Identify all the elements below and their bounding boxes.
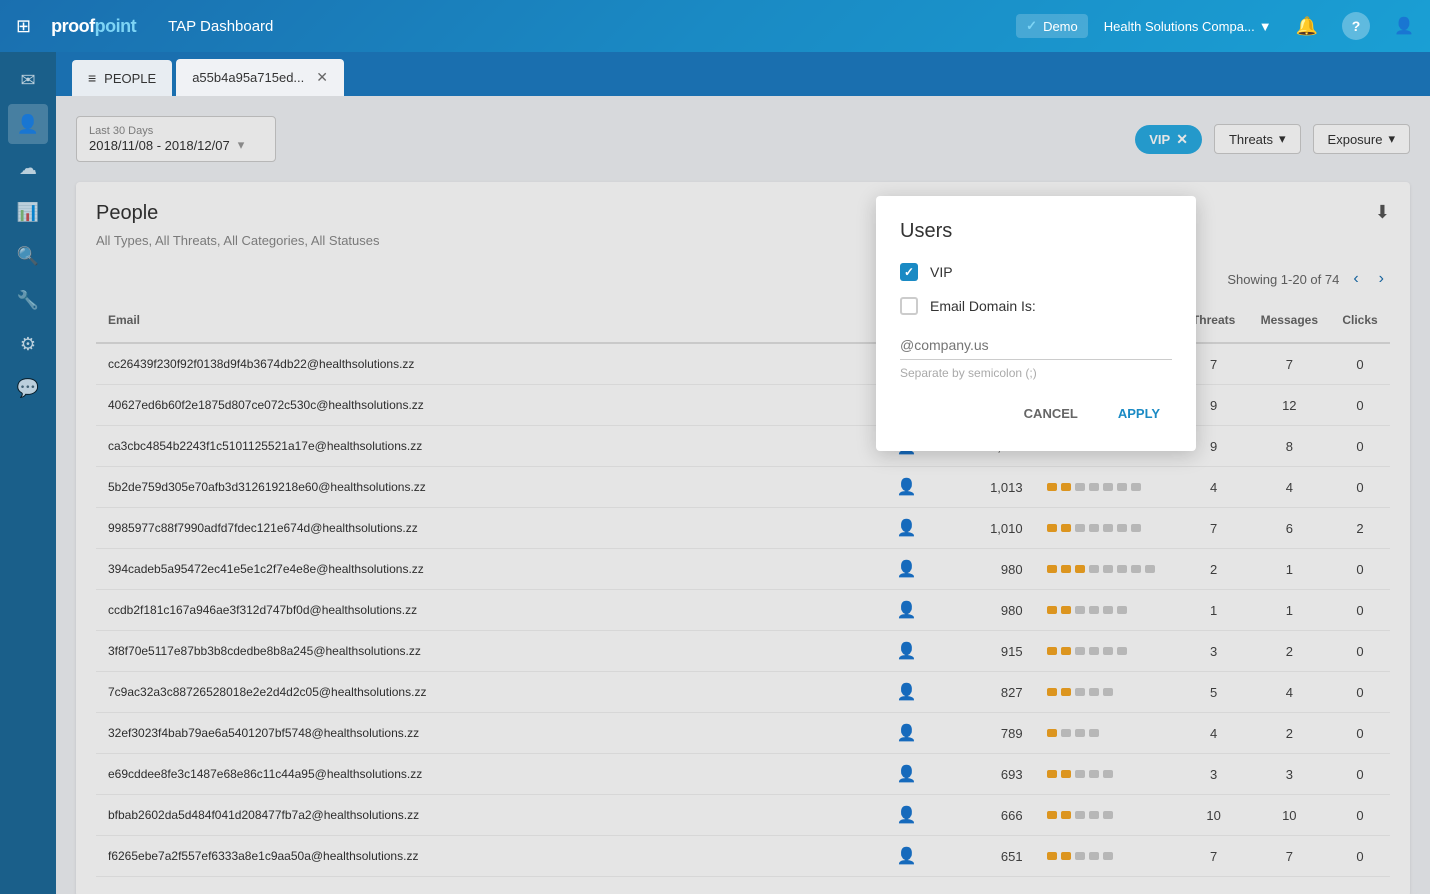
main-content: ≡ PEOPLE a55b4a95a715ed... ✕ Last 30 Day… [56, 52, 1430, 894]
email-domain-checkbox-row[interactable]: Email Domain Is: [900, 297, 1172, 315]
company-selector[interactable]: Health Solutions Compa... ▼ [1104, 19, 1272, 34]
help-icon[interactable]: ? [1342, 12, 1370, 40]
sidebar-item-cloud[interactable]: ☁ [8, 148, 48, 188]
email-domain-label: Email Domain Is: [930, 298, 1036, 314]
grid-icon[interactable]: ⊞ [16, 16, 31, 37]
logo: proofpoint [51, 16, 136, 37]
sidebar-item-people[interactable]: 👤 [8, 104, 48, 144]
email-domain-checkbox[interactable] [900, 297, 918, 315]
users-popup: Users ✓ VIP Email Domain Is: Sep [876, 196, 1196, 451]
company-name: Health Solutions Compa... [1104, 19, 1255, 34]
tab-people[interactable]: ≡ PEOPLE [72, 60, 172, 96]
domain-hint: Separate by semicolon (;) [900, 366, 1172, 380]
tab-people-icon: ≡ [88, 70, 96, 86]
tab-close-icon[interactable]: ✕ [316, 69, 328, 86]
sidebar-item-messages[interactable]: 💬 [8, 368, 48, 408]
demo-label: Demo [1043, 19, 1078, 34]
popup-actions: CANCEL APPLY [900, 400, 1172, 427]
demo-checkmark: ✓ [1026, 18, 1037, 34]
user-icon[interactable]: 👤 [1394, 16, 1414, 36]
tab-hash[interactable]: a55b4a95a715ed... ✕ [176, 59, 344, 96]
chevron-down-icon: ▼ [1259, 19, 1272, 34]
tabs-bar: ≡ PEOPLE a55b4a95a715ed... ✕ [56, 52, 1430, 96]
sidebar-item-tools[interactable]: 🔧 [8, 280, 48, 320]
app-title: TAP Dashboard [168, 18, 273, 35]
demo-badge[interactable]: ✓ Demo [1016, 14, 1088, 38]
tab-people-label: PEOPLE [104, 71, 156, 86]
side-nav: ✉ 👤 ☁ 📊 🔍 🔧 ⚙ 💬 [0, 52, 56, 894]
layout: ✉ 👤 ☁ 📊 🔍 🔧 ⚙ 💬 ≡ PEOPLE a55b4a95a715ed.… [0, 52, 1430, 894]
popup-cancel-button[interactable]: CANCEL [1012, 400, 1090, 427]
popup-apply-button[interactable]: APPLY [1106, 400, 1172, 427]
vip-checkbox-label: VIP [930, 264, 953, 280]
top-nav: ⊞ proofpoint TAP Dashboard ✓ Demo Health… [0, 0, 1430, 52]
overlay-backdrop [56, 96, 1430, 894]
sidebar-item-chart[interactable]: 📊 [8, 192, 48, 232]
sidebar-item-search[interactable]: 🔍 [8, 236, 48, 276]
domain-input-wrap [900, 331, 1172, 360]
vip-checkbox[interactable]: ✓ [900, 263, 918, 281]
sidebar-item-email[interactable]: ✉ [8, 60, 48, 100]
bell-icon[interactable]: 🔔 [1296, 16, 1318, 37]
sidebar-item-settings[interactable]: ⚙ [8, 324, 48, 364]
content-area: Last 30 Days 2018/11/08 - 2018/12/07 ▾ V… [56, 96, 1430, 894]
popup-title: Users [900, 220, 1172, 243]
vip-checkbox-row[interactable]: ✓ VIP [900, 263, 1172, 281]
domain-input[interactable] [900, 331, 1172, 360]
tab-hash-label: a55b4a95a715ed... [192, 70, 304, 85]
